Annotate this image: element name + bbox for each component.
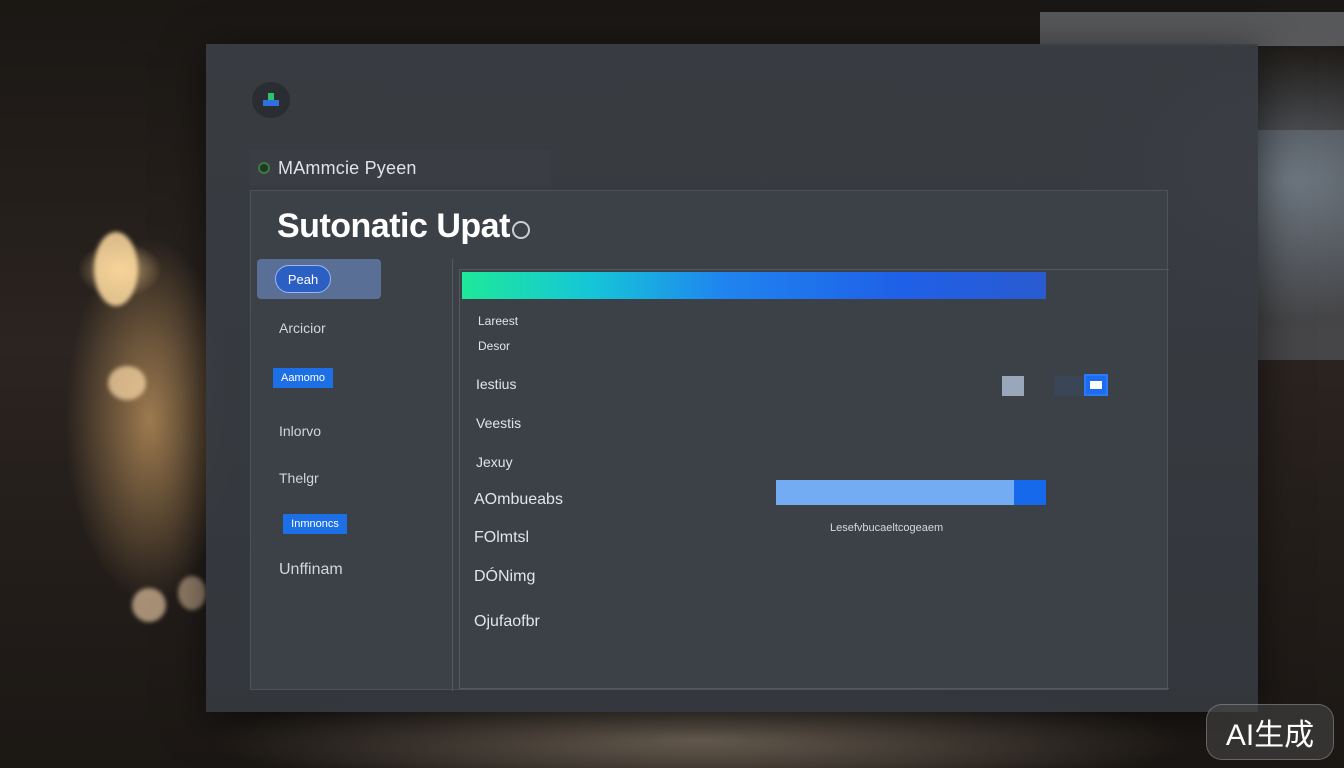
page-title-text: Sutonatic Upat	[277, 207, 510, 245]
window-title-bar: MAmmcie Pyeen	[250, 150, 550, 186]
sidebar-item-tag[interactable]: Inmnoncs	[283, 514, 347, 534]
sidebar-item-arcicior[interactable]: Arcicior	[251, 311, 451, 345]
content-line: Veestis	[476, 415, 522, 431]
refresh-icon[interactable]	[511, 220, 530, 239]
content-line: DÓNimg	[474, 568, 536, 585]
sidebar: Peah Arcicior Aamomo Inlorvo Thelgr Inmn…	[251, 259, 453, 691]
background-light	[178, 576, 206, 610]
progress-label: Lesefvbucaeltcogeaem	[830, 522, 944, 534]
toggle-dark[interactable]	[1054, 376, 1084, 396]
sidebar-item-pill[interactable]: Peah	[275, 265, 331, 293]
progress-bar-fill	[776, 480, 1014, 505]
sidebar-item-inmnoncs[interactable]: Inmnoncs	[251, 507, 451, 541]
background-light	[132, 588, 166, 622]
sidebar-item-label: Unffinam	[279, 561, 343, 578]
sidebar-item-selected-bg: Peah	[257, 259, 381, 299]
background-beam	[1040, 12, 1344, 46]
progress-bar	[776, 480, 1046, 505]
content-line: Desor	[478, 339, 511, 353]
status-dot-icon	[258, 162, 270, 174]
sidebar-item-unffinam[interactable]: Unffinam	[251, 553, 451, 587]
toggle-off[interactable]	[1002, 376, 1024, 396]
content-line: Lareest	[478, 314, 519, 328]
sidebar-item-peah[interactable]: Peah	[251, 259, 451, 301]
app-logo-icon[interactable]	[252, 82, 290, 118]
sidebar-item-label: Inlorvo	[279, 423, 322, 439]
sidebar-item-thelgr[interactable]: Thelgr	[251, 461, 451, 495]
app-window: MAmmcie Pyeen Sutonatic Upat Peah Arcici…	[206, 44, 1258, 712]
content-line: AOmbueabs	[474, 491, 563, 508]
header-gradient-bar	[462, 272, 1046, 299]
checkbox-check-mark	[1090, 381, 1102, 389]
sidebar-item-inlorvo[interactable]: Inlorvo	[251, 414, 451, 448]
sidebar-item-label: Arcicior	[279, 320, 326, 336]
sidebar-item-label: Thelgr	[279, 470, 319, 486]
content-area: Lareest Desor Iestius Veestis Jexuy AOmb…	[459, 269, 1169, 689]
content-line: Jexuy	[476, 454, 513, 470]
ai-generated-badge: AI生成	[1206, 704, 1334, 760]
background-light	[94, 232, 138, 306]
background-light	[108, 366, 146, 400]
sidebar-item-tag[interactable]: Aamomo	[273, 368, 333, 388]
window-title-label: MAmmcie Pyeen	[278, 157, 417, 178]
content-line: FOlmtsl	[474, 529, 530, 546]
main-panel: Sutonatic Upat Peah Arcicior Aamomo Inlo…	[250, 190, 1169, 691]
background-beam	[1258, 130, 1344, 360]
content-line: Ojufaofbr	[474, 613, 540, 630]
checkbox-checked[interactable]	[1084, 374, 1108, 396]
page-title: Sutonatic Upat	[277, 207, 530, 246]
sidebar-item-aamomo[interactable]: Aamomo	[251, 361, 451, 395]
content-line: Iestius	[476, 376, 517, 392]
logo-glyph	[263, 93, 279, 106]
